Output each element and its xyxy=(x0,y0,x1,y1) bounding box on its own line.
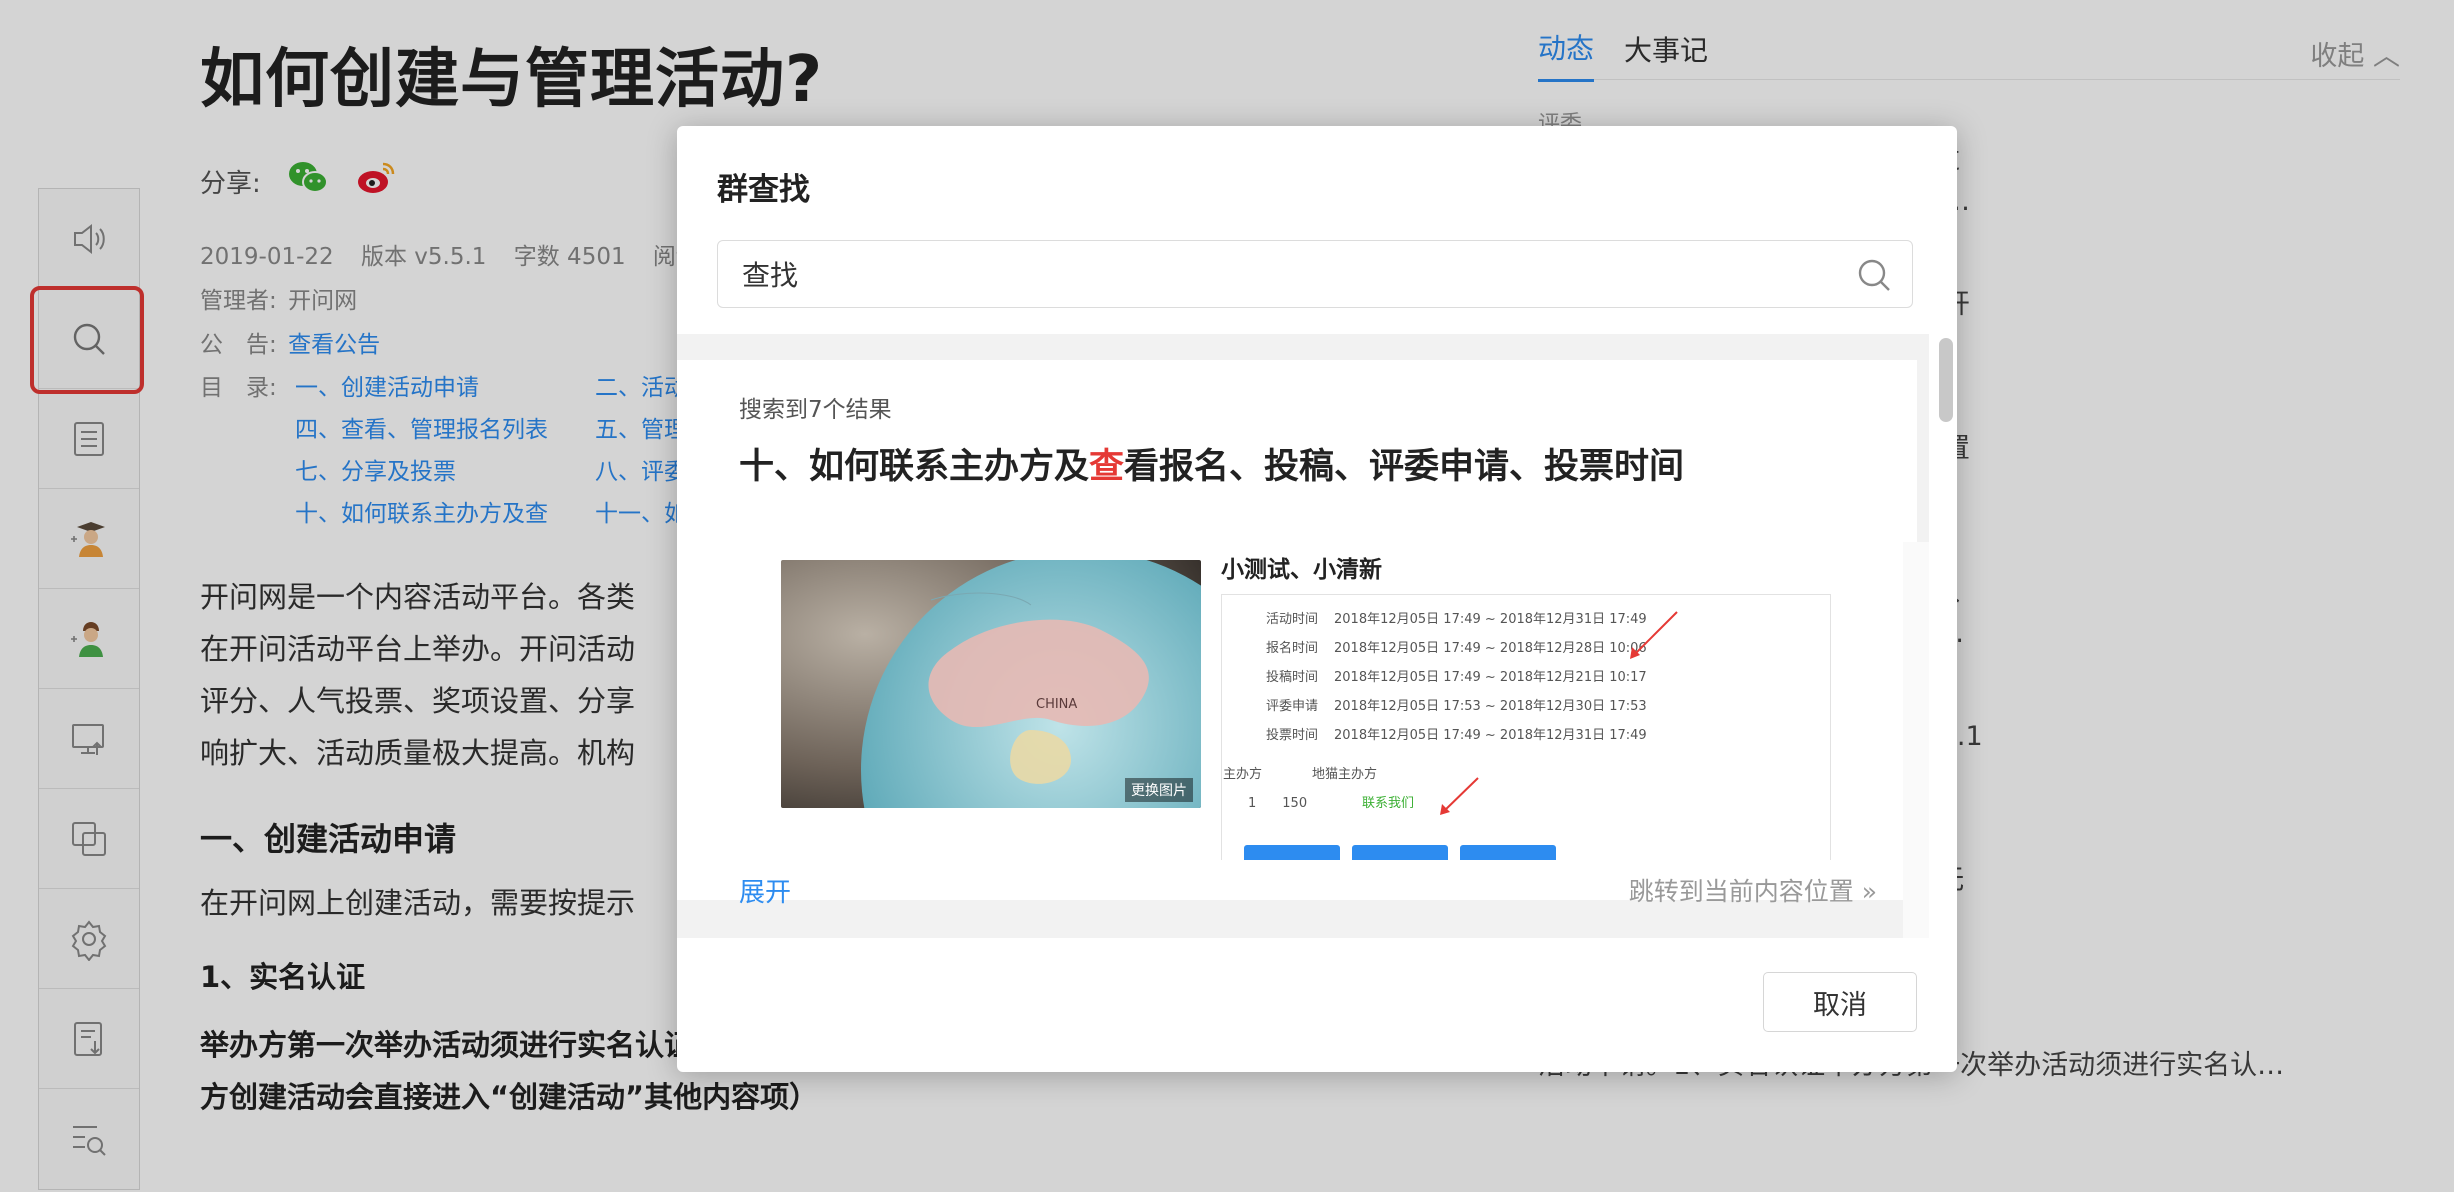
preview-key: 评委申请 xyxy=(1265,699,1318,714)
cancel-button[interactable]: 取消 xyxy=(1763,972,1917,1032)
preview-button xyxy=(1352,845,1448,860)
jump-label: 跳转到当前内容位置 xyxy=(1628,877,1854,906)
preview-key: 报名时间 xyxy=(1265,641,1318,656)
preview-contact: 联系我们 xyxy=(1362,796,1415,811)
red-arrow-icon xyxy=(1440,777,1479,815)
results-scroll-track[interactable] xyxy=(1903,542,1929,938)
search-results: 搜索到7个结果 十、如何联系主办方及查看报名、投稿、评委申请、投票时间 CHIN… xyxy=(677,334,1929,938)
results-scrollbar[interactable] xyxy=(1939,338,1953,422)
preview-value: 2018年12月05日 17:49 ~ 2018年12月28日 10:06 xyxy=(1334,641,1647,656)
heading-text: 十、如何联系主办方及 xyxy=(739,447,1090,487)
preview-value: 2018年12月05日 17:53 ~ 2018年12月30日 17:53 xyxy=(1334,699,1647,714)
search-box xyxy=(717,240,1913,308)
heading-match: 查 xyxy=(1089,447,1125,487)
result-heading[interactable]: 十、如何联系主办方及查看报名、投稿、评委申请、投票时间 xyxy=(739,438,1684,489)
heading-text: 看报名、投稿、评委申请、投票时间 xyxy=(1124,447,1685,487)
svg-text:CHINA: CHINA xyxy=(1036,697,1077,712)
preview-stats: 1 150 xyxy=(1248,796,1308,811)
preview-value: 2018年12月05日 17:49 ~ 2018年12月21日 10:17 xyxy=(1334,670,1647,685)
preview-title: 小测试、小清新 xyxy=(1221,557,1382,583)
search-icon[interactable] xyxy=(1854,255,1894,295)
preview-value: 2018年12月05日 17:49 ~ 2018年12月31日 17:49 xyxy=(1334,612,1647,627)
red-arrow-icon xyxy=(1630,611,1678,659)
preview-button xyxy=(1460,845,1556,860)
dialog-title: 群查找 xyxy=(717,172,810,208)
preview-value: 2018年12月05日 17:49 ~ 2018年12月31日 17:49 xyxy=(1334,728,1647,743)
preview-button xyxy=(1244,845,1340,860)
result-card: 搜索到7个结果 十、如何联系主办方及查看报名、投稿、评委申请、投票时间 CHIN… xyxy=(677,360,1917,908)
preview-host: 地猫主办方 xyxy=(1312,767,1378,782)
jump-to-location-link[interactable]: 跳转到当前内容位置 » xyxy=(1629,872,1877,908)
globe-image: CHINA 更换图片 xyxy=(781,560,1201,808)
group-search-dialog: 群查找 搜索到7个结果 十、如何联系主办方及查看报名、投稿、评委申请、投票时间 xyxy=(677,126,1957,1072)
preview-key: 活动时间 xyxy=(1265,612,1318,627)
double-chevron-right-icon: » xyxy=(1861,877,1877,906)
preview-key: 投稿时间 xyxy=(1265,670,1318,685)
search-input[interactable] xyxy=(718,241,1912,307)
change-image-caption: 更换图片 xyxy=(1125,778,1193,802)
preview-screenshot: 活动时间 2018年12月05日 17:49 ~ 2018年12月31日 17:4… xyxy=(1221,594,1831,860)
result-count: 搜索到7个结果 xyxy=(739,397,892,423)
expand-link[interactable]: 展开 xyxy=(739,872,791,909)
preview-key: 投票时间 xyxy=(1265,728,1318,743)
preview-host-label: 主办方 xyxy=(1222,767,1262,782)
